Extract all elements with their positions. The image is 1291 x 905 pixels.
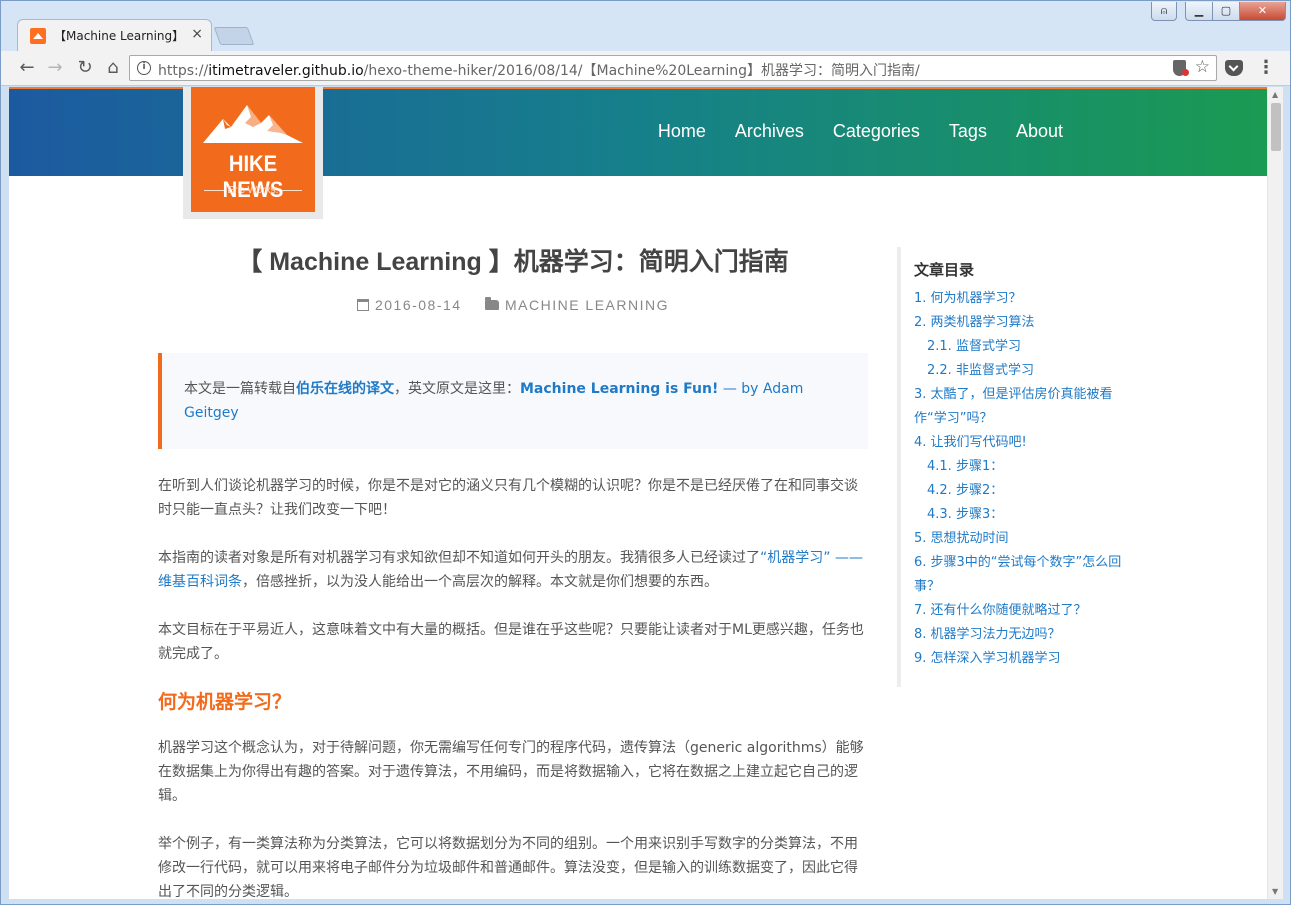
browser-window: 【Machine Learning】机 × ⍝ ▁ ▢ ✕ ← → ↻ ⌂ i … <box>0 0 1291 905</box>
calendar-icon <box>356 299 369 311</box>
quote-text-2: ，英文原文是这里： <box>394 381 520 397</box>
toc-item[interactable]: 6. 步骤3中的“尝试每个数字”怎么回 <box>914 551 1121 575</box>
arrow-right-icon: → <box>47 57 63 78</box>
scrollbar-thumb[interactable] <box>1271 103 1281 151</box>
new-tab-button[interactable] <box>213 27 255 45</box>
maximize-icon: ▢ <box>1220 4 1232 17</box>
browser-tab[interactable]: 【Machine Learning】机 × <box>17 19 212 51</box>
shield-icon[interactable] <box>1173 60 1189 76</box>
page-title: 【 Machine Learning 】机器学习：简明入门指南 <box>237 248 789 276</box>
close-icon: ✕ <box>1257 4 1268 17</box>
logo-subtitle: Eric Works. <box>191 185 315 196</box>
paragraph-goal: 本文目标在于平易近人，这意味着文中有大量的概括。但是谁在乎这些呢？只要能让读者对… <box>158 622 864 662</box>
paragraph-audience: 本指南的读者对象是所有对机器学习有求知欲但却不知道如何开头的朋友。我猜很多人已经… <box>158 546 868 594</box>
nav-tags[interactable]: Tags <box>949 121 987 142</box>
paragraph-text-2: ，倍感挫折，以为没人能给出一个高层次的解释。本文就是你们想要的东西。 <box>242 574 718 590</box>
quote-link-original[interactable]: Machine Learning is Fun! <box>520 381 718 397</box>
post-category[interactable]: MACHINE LEARNING <box>505 297 669 313</box>
url-scheme: https:// <box>158 63 209 79</box>
toc-item[interactable]: 2. 两类机器学习算法 <box>914 311 1035 335</box>
site-favicon-icon <box>30 28 46 44</box>
paragraph-example: 举个例子，有一类算法称为分类算法，它可以将数据划分为不同的组别。一个用来识别手写… <box>158 836 858 899</box>
minimize-button[interactable]: ▁ <box>1185 2 1213 21</box>
paragraph-text: 本指南的读者对象是所有对机器学习有求知欲但却不知道如何开头的朋友。我猜很多人已经… <box>158 550 760 566</box>
toc-item[interactable]: 作“学习”吗？ <box>914 407 992 431</box>
toc-item[interactable]: 3. 太酷了，但是评估房价真能被看 <box>914 383 1113 407</box>
paragraph-intro: 在听到人们谈论机器学习的时候，你是不是对它的涵义只有几个模糊的认识呢？你是不是已… <box>158 478 858 518</box>
tab-title: 【Machine Learning】机 <box>54 29 184 43</box>
source-blockquote: 本文是一篇转载自伯乐在线的译文，英文原文是这里：Machine Learning… <box>158 353 868 449</box>
maximize-button[interactable]: ▢ <box>1212 2 1240 21</box>
nav-home[interactable]: Home <box>658 121 706 142</box>
url-domain: itimetraveler.github.io <box>208 63 364 79</box>
toc-item[interactable]: 8. 机器学习法力无边吗？ <box>914 623 1061 647</box>
address-bar[interactable]: i https://itimetraveler.github.io/hexo-t… <box>129 55 1217 81</box>
toc-item[interactable]: 9. 怎样深入学习机器学习 <box>914 647 1061 671</box>
article-meta: 2016-08-14 MACHINE LEARNING <box>158 297 868 313</box>
url-text[interactable]: https://itimetraveler.github.io/hexo-the… <box>158 60 920 80</box>
toc-item[interactable]: 事？ <box>914 575 940 599</box>
site-logo[interactable]: HIKE NEWS Eric Works. <box>191 87 315 212</box>
toc-item[interactable]: 4. 让我们写代码吧! <box>914 431 1027 455</box>
paragraph-ml-concept: 机器学习这个概念认为，对于待解问题，你无需编写任何专门的程序代码，遗传算法（ge… <box>158 740 864 804</box>
toc-item[interactable]: 4.1. 步骤1： <box>927 455 1003 479</box>
toc-item[interactable]: 1. 何为机器学习？ <box>914 287 1022 311</box>
scroll-down-icon[interactable]: ▼ <box>1272 887 1278 896</box>
pocket-icon[interactable] <box>1225 60 1243 76</box>
mountain-icon <box>203 105 303 143</box>
site-nav: Home Archives Categories Tags About <box>658 121 1063 142</box>
toc-title: 文章目录 <box>914 261 975 279</box>
toc-item[interactable]: 7. 还有什么你随便就略过了？ <box>914 599 1087 623</box>
toc-item[interactable]: 2.1. 监督式学习 <box>927 335 1021 359</box>
section-heading: 何为机器学习？ <box>158 691 292 713</box>
close-window-button[interactable]: ✕ <box>1239 2 1286 21</box>
url-path: /hexo-theme-hiker/2016/08/14/【Machine%20… <box>363 63 920 79</box>
quote-link-jobbole[interactable]: 伯乐在线的译文 <box>296 381 394 397</box>
close-tab-icon[interactable]: × <box>191 26 203 42</box>
folder-icon <box>484 297 499 310</box>
forward-button[interactable]: → <box>43 57 67 79</box>
toc-item[interactable]: 4.3. 步骤3： <box>927 503 1003 527</box>
nav-about[interactable]: About <box>1016 121 1063 142</box>
post-date: 2016-08-14 <box>374 297 462 313</box>
scroll-up-icon[interactable]: ▲ <box>1272 90 1278 99</box>
title-bar: 【Machine Learning】机 × ⍝ ▁ ▢ ✕ <box>1 1 1290 51</box>
arrow-left-icon: ← <box>19 57 35 78</box>
home-button[interactable]: ⌂ <box>101 57 125 79</box>
toc-item[interactable]: 4.2. 步骤2： <box>927 479 1003 503</box>
reload-button[interactable]: ↻ <box>73 57 97 79</box>
nav-archives[interactable]: Archives <box>735 121 804 142</box>
quote-text: 本文是一篇转载自 <box>184 381 296 397</box>
toc-item[interactable]: 2.2. 非监督式学习 <box>927 359 1034 383</box>
nav-categories[interactable]: Categories <box>833 121 920 142</box>
minimize-icon: ▁ <box>1194 4 1204 17</box>
browser-toolbar: ← → ↻ ⌂ i https://itimetraveler.github.i… <box>1 51 1290 86</box>
page-viewport: Home Archives Categories Tags About HIKE… <box>9 87 1267 899</box>
reload-icon: ↻ <box>77 57 93 78</box>
info-icon[interactable]: i <box>137 61 151 75</box>
table-of-contents: 文章目录 1. 何为机器学习？ 2. 两类机器学习算法 2.1. 监督式学习 2.2.… <box>897 247 1157 687</box>
home-icon: ⌂ <box>107 57 119 78</box>
user-icon: ⍝ <box>1160 4 1168 17</box>
bookmark-star-icon[interactable]: ☆ <box>1195 57 1210 77</box>
vertical-scrollbar[interactable]: ▲ ▼ <box>1267 87 1283 899</box>
back-button[interactable]: ← <box>15 57 39 79</box>
user-profile-button[interactable]: ⍝ <box>1151 2 1177 21</box>
menu-icon[interactable]: ⋮ <box>1257 57 1275 79</box>
logo-frame: HIKE NEWS Eric Works. <box>183 87 323 219</box>
toc-item[interactable]: 5. 思想扰动时间 <box>914 527 1009 551</box>
